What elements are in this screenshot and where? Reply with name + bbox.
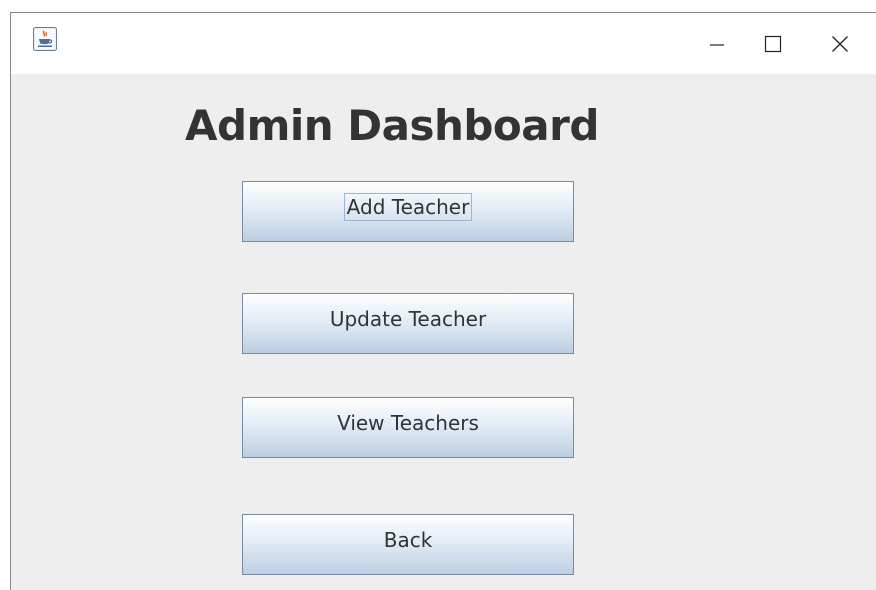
view-teachers-button[interactable]: View Teachers <box>242 397 574 458</box>
app-window: Admin Dashboard Add Teacher Update Teach… <box>10 12 876 590</box>
maximize-icon <box>764 35 782 52</box>
back-label: Back <box>383 528 433 552</box>
close-icon <box>832 35 848 52</box>
update-teacher-label: Update Teacher <box>329 307 487 331</box>
dashboard-panel: Admin Dashboard Add Teacher Update Teach… <box>11 74 876 590</box>
maximize-button[interactable] <box>744 13 802 74</box>
minimize-icon <box>710 43 724 46</box>
close-button[interactable] <box>811 13 869 74</box>
page-title: Admin Dashboard <box>185 101 599 150</box>
minimize-button[interactable] <box>688 13 746 74</box>
view-teachers-label: View Teachers <box>337 411 479 435</box>
add-teacher-button[interactable]: Add Teacher <box>242 181 574 242</box>
update-teacher-button[interactable]: Update Teacher <box>242 293 574 354</box>
back-button[interactable]: Back <box>242 514 574 575</box>
java-coffee-cup-icon[interactable] <box>33 27 57 51</box>
title-bar[interactable] <box>11 13 876 74</box>
add-teacher-label: Add Teacher <box>343 193 473 221</box>
